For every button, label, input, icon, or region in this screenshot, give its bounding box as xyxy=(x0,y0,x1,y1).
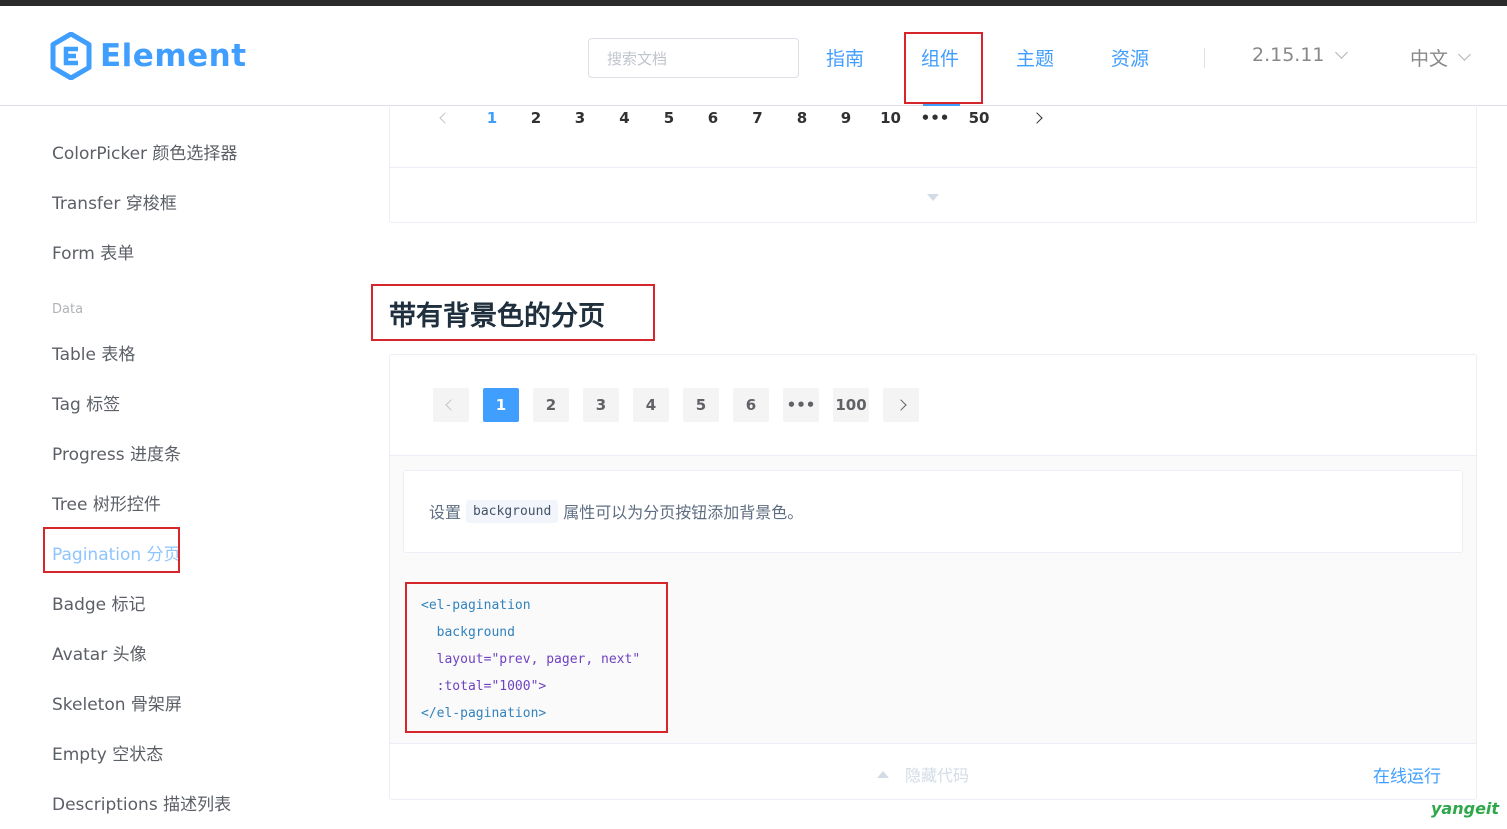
sidebar-item-colorpicker[interactable]: ColorPicker 颜色选择器 xyxy=(52,139,237,164)
more-pages-icon[interactable]: ••• xyxy=(913,109,957,127)
page-number[interactable]: 2 xyxy=(514,109,558,127)
page-number[interactable]: 6 xyxy=(733,388,769,422)
page-number[interactable]: 3 xyxy=(583,388,619,422)
pagination-background: 1 2 3 4 5 6 ••• 100 xyxy=(433,388,933,422)
nav-guide[interactable]: 指南 xyxy=(826,44,864,71)
nav-resource[interactable]: 资源 xyxy=(1111,44,1149,71)
next-page-button[interactable] xyxy=(883,388,919,422)
chevron-right-icon xyxy=(1031,112,1043,124)
annotation-box-title xyxy=(371,284,655,341)
annotation-box-code xyxy=(405,582,668,733)
page-number[interactable]: 6 xyxy=(691,109,735,127)
sidebar-item-avatar[interactable]: Avatar 头像 xyxy=(52,640,147,665)
sidebar-group-label: Data xyxy=(52,302,84,317)
run-online-button[interactable]: 在线运行 xyxy=(1373,762,1441,787)
element-logo-icon xyxy=(50,32,92,80)
sidebar-item-form[interactable]: Form 表单 xyxy=(52,239,134,264)
language-dropdown[interactable]: 中文 xyxy=(1410,44,1471,71)
caret-up-icon xyxy=(877,770,889,778)
chevron-down-icon xyxy=(1458,48,1471,61)
page-number[interactable]: 9 xyxy=(824,109,868,127)
logo-text: Element xyxy=(100,38,247,74)
page-number[interactable]: 10 xyxy=(868,109,913,127)
logo[interactable]: Element xyxy=(50,32,247,80)
sidebar-item-empty[interactable]: Empty 空状态 xyxy=(52,740,163,765)
nav-divider xyxy=(1204,48,1205,68)
sidebar-item-badge[interactable]: Badge 标记 xyxy=(52,590,146,615)
site-header: Element 搜索文档 指南 组件 主题 资源 2.15.11 中文 xyxy=(0,6,1507,106)
chevron-left-icon xyxy=(439,112,451,124)
page-number[interactable]: 5 xyxy=(647,109,691,127)
description-before: 设置 xyxy=(429,503,462,522)
sidebar-item-descriptions[interactable]: Descriptions 描述列表 xyxy=(52,790,231,815)
page-number[interactable]: 100 xyxy=(833,388,869,422)
page-number[interactable]: 2 xyxy=(533,388,569,422)
next-page-button[interactable] xyxy=(1025,112,1049,124)
annotation-box-nav xyxy=(904,32,983,104)
description-text: 设置 background 属性可以为分页按钮添加背景色。 xyxy=(429,499,803,523)
chevron-left-icon xyxy=(445,399,457,411)
chevron-right-icon xyxy=(895,399,907,411)
page-number[interactable]: 4 xyxy=(633,388,669,422)
page-number[interactable]: 50 xyxy=(957,109,1001,127)
page-number[interactable]: 1 xyxy=(470,109,514,127)
watermark: yangeit xyxy=(1431,799,1500,818)
demo-control: 隐藏代码 在线运行 xyxy=(390,744,1476,800)
search-input[interactable]: 搜索文档 xyxy=(588,38,799,78)
more-pages-icon[interactable]: ••• xyxy=(783,388,819,422)
chevron-down-icon xyxy=(1334,45,1348,59)
hide-code-label: 隐藏代码 xyxy=(905,766,970,785)
description-after: 属性可以为分页按钮添加背景色。 xyxy=(563,503,804,522)
page-number[interactable]: 8 xyxy=(780,109,824,127)
prev-page-button[interactable] xyxy=(436,112,454,124)
expand-code-caret-icon[interactable] xyxy=(927,194,939,201)
sidebar-item-table[interactable]: Table 表格 xyxy=(52,340,135,365)
sidebar-item-transfer[interactable]: Transfer 穿梭框 xyxy=(52,189,177,214)
inline-code: background xyxy=(466,499,559,523)
demo-divider xyxy=(390,167,1476,168)
hide-code-button[interactable]: 隐藏代码 xyxy=(877,762,969,786)
page-number[interactable]: 7 xyxy=(735,109,780,127)
prev-page-button[interactable] xyxy=(433,388,469,422)
sidebar-item-tree[interactable]: Tree 树形控件 xyxy=(52,490,161,515)
language-label: 中文 xyxy=(1410,48,1449,70)
page-number[interactable]: 4 xyxy=(602,109,647,127)
pagination-plain: 1 2 3 4 5 6 7 8 9 10 ••• 50 xyxy=(436,107,1049,129)
sidebar-item-skeleton[interactable]: Skeleton 骨架屏 xyxy=(52,690,182,715)
page-number[interactable]: 5 xyxy=(683,388,719,422)
version-label: 2.15.11 xyxy=(1252,44,1325,66)
page-number[interactable]: 1 xyxy=(483,388,519,422)
version-dropdown[interactable]: 2.15.11 xyxy=(1252,44,1348,66)
sidebar-item-tag[interactable]: Tag 标签 xyxy=(52,390,120,415)
description-box: 设置 background 属性可以为分页按钮添加背景色。 xyxy=(403,470,1463,553)
page-number[interactable]: 3 xyxy=(558,109,602,127)
nav-theme[interactable]: 主题 xyxy=(1016,44,1054,71)
annotation-box-sidebar xyxy=(43,527,180,573)
sidebar-item-progress[interactable]: Progress 进度条 xyxy=(52,440,181,465)
